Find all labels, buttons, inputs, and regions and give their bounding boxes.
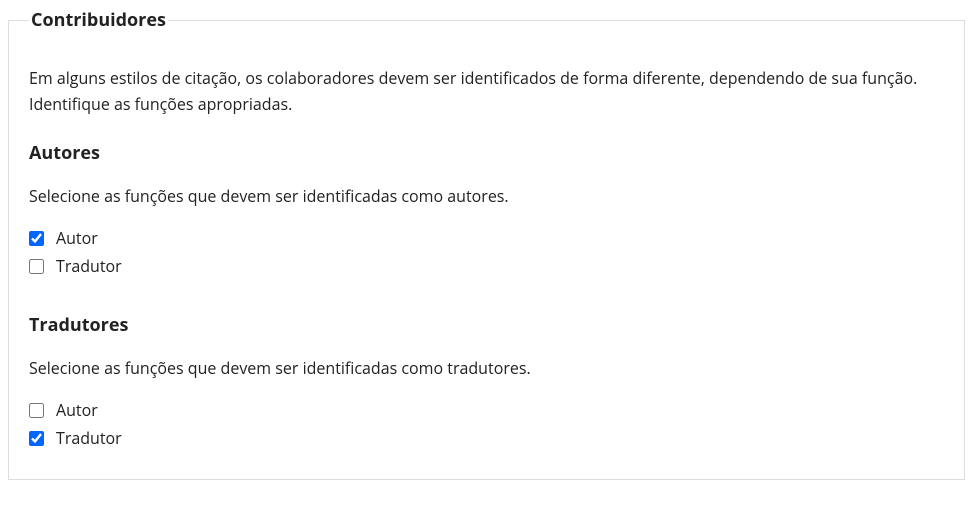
translators-autor-checkbox[interactable] xyxy=(29,403,44,418)
authors-tradutor-label[interactable]: Tradutor xyxy=(56,255,122,277)
authors-desc: Selecione as funções que devem ser ident… xyxy=(29,185,944,207)
intro-text: Em alguns estilos de citação, os colabor… xyxy=(29,66,944,117)
checkbox-row: Autor xyxy=(29,399,944,421)
authors-autor-checkbox[interactable] xyxy=(29,231,44,246)
checkbox-row: Tradutor xyxy=(29,427,944,449)
translators-autor-label[interactable]: Autor xyxy=(56,399,98,421)
fieldset-legend: Contribuidores xyxy=(29,8,168,32)
translators-desc: Selecione as funções que devem ser ident… xyxy=(29,357,944,379)
checkbox-row: Autor xyxy=(29,227,944,249)
authors-checkbox-group: Autor Tradutor xyxy=(29,227,944,277)
contributors-fieldset: Contribuidores Em alguns estilos de cita… xyxy=(8,8,965,480)
authors-title: Autores xyxy=(29,141,944,165)
translators-checkbox-group: Autor Tradutor xyxy=(29,399,944,449)
authors-tradutor-checkbox[interactable] xyxy=(29,259,44,274)
checkbox-row: Tradutor xyxy=(29,255,944,277)
translators-tradutor-checkbox[interactable] xyxy=(29,431,44,446)
translators-tradutor-label[interactable]: Tradutor xyxy=(56,427,122,449)
authors-autor-label[interactable]: Autor xyxy=(56,227,98,249)
translators-title: Tradutores xyxy=(29,313,944,337)
